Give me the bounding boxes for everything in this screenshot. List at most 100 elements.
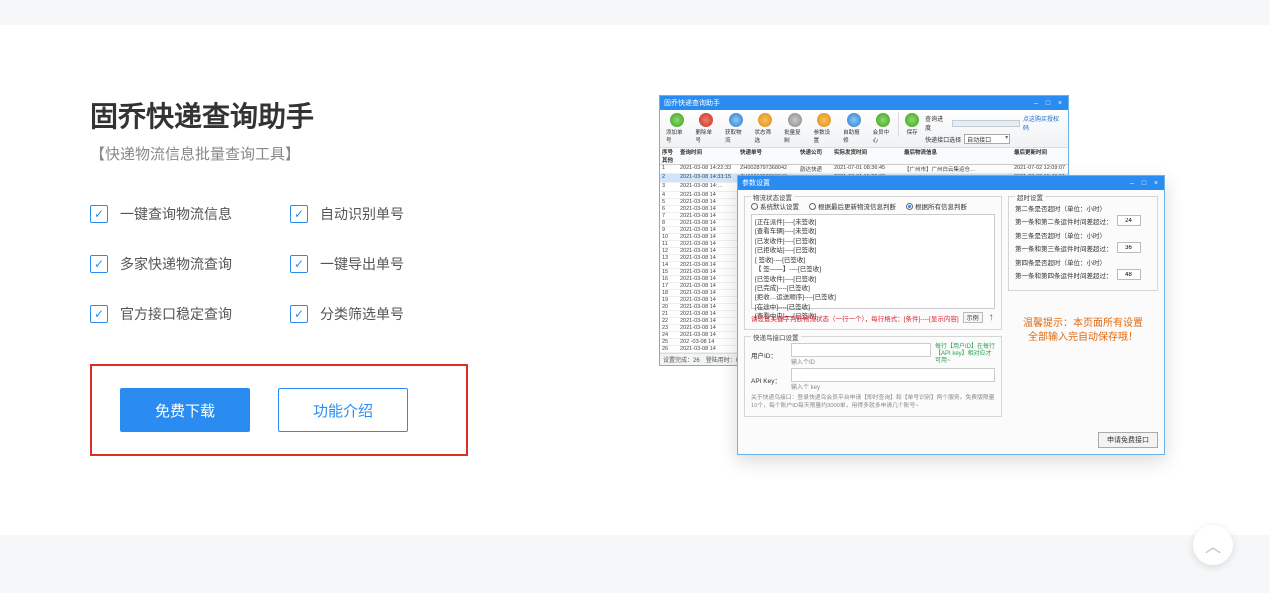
cell: 2021-03-08 14:… [680,183,740,191]
timeout-input[interactable] [1117,269,1141,280]
scroll-top-button[interactable]: ︿ [1193,525,1233,565]
cell: 2021-03-08 14 [680,325,740,331]
copy-icon [788,113,802,127]
cell: 2021-03-08 14 [680,318,740,324]
big-tip-1: 温馨提示：本页面所有设置 [1008,317,1158,331]
toolbar-label: 保存 [907,128,918,136]
feature-item: ✓自动识别单号 [290,204,490,224]
cell: 2021-03-08 14:33:15 [680,174,740,182]
column-header[interactable]: 查询时间 [680,148,740,156]
column-header[interactable]: 快递公司 [800,148,834,156]
cell: 2021-03-08 14 [680,206,740,212]
toolbar-report-button[interactable]: 自助报修 [839,112,869,145]
check-icon: ✓ [290,305,308,323]
settings-dialog: 参数设置 – □ × 物流状态设置 系统默认设置根据最后更新物流信息判断根据所有… [737,175,1165,455]
dialog-maximize-icon[interactable]: □ [1140,179,1148,187]
download-button[interactable]: 免费下载 [120,388,250,432]
example-button[interactable]: 示例 [963,312,983,323]
radio-label: 系统默认设置 [760,201,799,211]
cell: 6 [662,206,680,212]
apply-free-interface-button[interactable]: 申请免费接口 [1098,432,1158,448]
timeout-input[interactable] [1117,215,1141,226]
toolbar-save-button[interactable]: 保存 [898,112,923,137]
feature-label: 多家快递物流查询 [120,254,232,274]
interface-select[interactable]: 自动接口 [964,134,1010,144]
cell: 2021-07-02 12:09:07 [1014,165,1068,173]
dialog-close-icon[interactable]: × [1152,179,1160,187]
toolbar-delete-button[interactable]: 删除单号 [692,112,722,145]
column-header[interactable]: 序号 [662,148,680,156]
toolbar-fetch-button[interactable]: 获取物流 [721,112,751,145]
kdn-group: 快递鸟接口设置 用户ID： 输入个ID 每行【用户ID】在每行 【API key… [744,336,1002,417]
cell: 19 [662,297,680,303]
cell: 1 [662,165,680,173]
radio-option[interactable]: 系统默认设置 [751,201,799,211]
intro-button[interactable]: 功能介绍 [278,388,408,432]
report-icon [847,113,861,127]
cell: 2021-07-01 08:36:45 [834,165,904,173]
cell: 2021-03-08 14 [680,255,740,261]
cell: 2021-03-08 14 [680,346,740,352]
timeout-input[interactable] [1117,242,1141,253]
close-icon[interactable]: × [1056,99,1064,107]
kdn-user-placeholder: 输入个ID [791,357,931,366]
cell: 23 [662,325,680,331]
column-header[interactable]: 其他 [662,156,680,164]
cell: 14 [662,262,680,268]
radio-icon [809,203,816,210]
toolbar-label: 批量复制 [784,128,806,144]
cell: 202 -03-08 14 [680,339,740,345]
table-row[interactable]: 12021-03-08 14:22:33ZH0028797368042韵达快递2… [660,165,1068,174]
cell: 18 [662,290,680,296]
table-header: 序号查询时间快递单号快递公司实际发货时间最后物流信息最后更新时间其他 [660,148,1068,165]
cell: 8 [662,220,680,226]
rules-tip: 请设置关键字判断物流状态（一行一个），每行格式：[条件]----[显示内容] [751,313,959,323]
check-icon: ✓ [290,205,308,223]
toolbar: 添加单号删除单号获取物流状态筛选批量复制参数设置自助报修会员中心保存查询进度点这… [660,110,1068,148]
toolbar-copy-button[interactable]: 批量复制 [780,112,810,145]
kdn-key-input[interactable] [791,368,995,382]
toolbar-filter-button[interactable]: 状态筛选 [751,112,781,145]
status-group: 物流状态设置 系统默认设置根据最后更新物流信息判断根据所有信息判断 [正在派件]… [744,196,1002,330]
column-header[interactable]: 最后更新时间 [1014,148,1068,156]
column-header[interactable]: 最后物流信息 [904,148,1014,156]
column-header[interactable]: 实际发货时间 [834,148,904,156]
timeout-title: 第二条是否超时（单位：小时） [1015,203,1151,213]
feature-item: ✓一键查询物流信息 [90,204,290,224]
maximize-icon[interactable]: □ [1044,99,1052,107]
delete-icon [699,113,713,127]
minimize-icon[interactable]: – [1032,99,1040,107]
dialog-minimize-icon[interactable]: – [1128,179,1136,187]
rules-textarea[interactable]: [正在派件]----[未签收][查看车辆]----[未签收][已发收件]----… [751,214,995,309]
toolbar-settings-button[interactable]: 参数设置 [810,112,840,145]
interface-label: 快递接口选择 [925,135,961,144]
cell: 2021-03-08 14 [680,234,740,240]
filter-icon [758,113,772,127]
dialog-titlebar: 参数设置 – □ × [738,176,1164,190]
cell: 2021-03-08 14 [680,262,740,268]
kdn-user-input[interactable] [791,343,931,357]
timeout-sub: 第一条和第三条运件时间差超过： [1015,243,1113,253]
kdn-side-1: 每行【用户ID】在每行 [935,344,995,351]
toolbar-label: 参数设置 [814,128,836,144]
radio-option[interactable]: 根据所有信息判断 [906,201,967,211]
cell: 2021-03-08 14 [680,332,740,338]
timeout-sub: 第一条和第二条运件时间差超过： [1015,216,1113,226]
cell: 2021-03-08 14 [680,269,740,275]
column-header[interactable]: 快递单号 [740,148,800,156]
window-titlebar: 固乔快递查询助手 – □ × [660,96,1068,110]
cell: 2021-03-08 14:22:33 [680,165,740,173]
buy-license-link[interactable]: 点这购买授权码 [1023,114,1064,132]
cell: 【广州市】广州白云集运仓… [904,165,1014,173]
toolbar-label: 会员中心 [873,128,895,144]
feature-label: 一键查询物流信息 [120,204,232,224]
radio-option[interactable]: 根据最后更新物流信息判断 [809,201,896,211]
product-subtitle: 【快递物流信息批量查询工具】 [90,143,520,164]
toolbar-member-button[interactable]: 会员中心 [869,112,899,145]
toolbar-label: 删除单号 [696,128,718,144]
cell: 2021-03-08 14 [680,227,740,233]
toolbar-add-button[interactable]: 添加单号 [662,112,692,145]
cell: 2021-03-08 14 [680,311,740,317]
kdn-key-label: API Key： [751,375,787,385]
arrow-up-icon: ↑ [989,312,994,323]
